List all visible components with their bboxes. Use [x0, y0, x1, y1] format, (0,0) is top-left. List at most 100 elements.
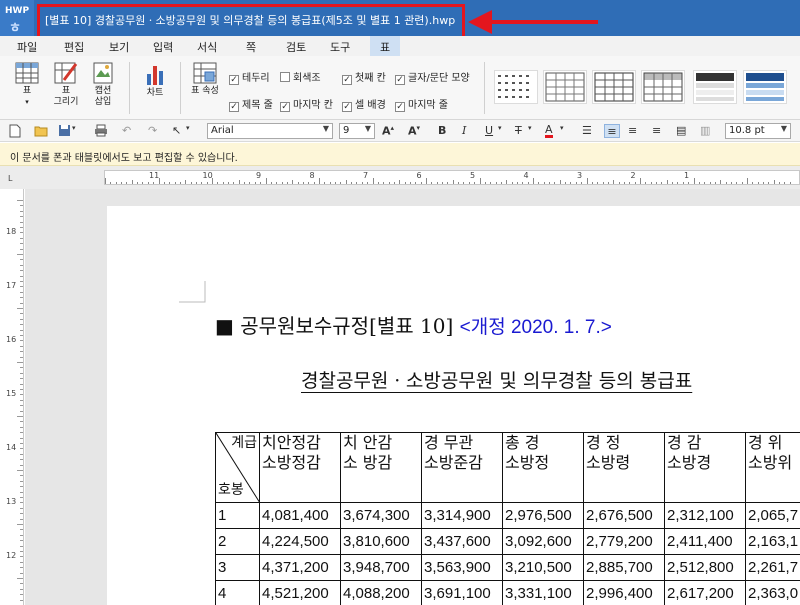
menu-edit[interactable]: 편집 — [64, 39, 84, 55]
salary-cell[interactable]: 3,210,500 — [502, 554, 584, 581]
pointer-dropdown-icon[interactable]: ▾ — [186, 124, 190, 138]
step-cell[interactable]: 3 — [215, 554, 260, 581]
italic-icon[interactable]: I — [462, 124, 466, 138]
table-style-4[interactable] — [641, 70, 685, 104]
checkbox-border-box[interactable]: ✓ — [229, 75, 239, 85]
checkbox-cell-background-box[interactable]: ✓ — [342, 102, 352, 112]
menu-file[interactable]: 파일 — [17, 39, 37, 55]
increase-font-icon[interactable]: A▴ — [382, 124, 394, 138]
table-button[interactable]: 표 ▾ — [12, 62, 42, 108]
open-folder-icon[interactable] — [34, 124, 48, 138]
menu-view[interactable]: 보기 — [109, 39, 129, 55]
justify-icon[interactable]: ☰ — [582, 124, 592, 138]
salary-cell[interactable]: 2,617,200 — [664, 580, 746, 605]
checkbox-first-column[interactable]: ✓ 첫째 칸 — [342, 69, 386, 85]
checkbox-cell-background[interactable]: ✓ 셀 배경 — [342, 96, 386, 112]
tab-type-selector[interactable]: L — [8, 174, 12, 183]
salary-cell[interactable]: 2,779,200 — [583, 528, 665, 555]
checkbox-char-para-shape-box[interactable]: ✓ — [395, 75, 405, 85]
salary-cell[interactable]: 3,691,100 — [421, 580, 503, 605]
salary-cell[interactable]: 2,363,0 — [745, 580, 800, 605]
distribute-icon[interactable]: ▤ — [676, 124, 686, 138]
split-align-icon[interactable]: ▥ — [700, 124, 710, 138]
underline-dropdown-icon[interactable]: ▾ — [498, 124, 502, 138]
menu-page[interactable]: 쪽 — [246, 39, 256, 55]
line-spacing-combo[interactable]: 10.8 pt ▼ — [725, 123, 791, 139]
menu-tools[interactable]: 도구 — [330, 39, 350, 55]
salary-cell[interactable]: 3,948,700 — [340, 554, 422, 581]
header-cell[interactable]: 경 위 소방위 — [745, 432, 800, 503]
bold-icon[interactable]: B — [438, 124, 446, 138]
new-document-icon[interactable] — [9, 124, 21, 138]
header-cell[interactable]: 총 경 소방정 — [502, 432, 584, 503]
vertical-ruler[interactable]: 18 17 16 15 14 13 12 — [0, 189, 24, 605]
salary-cell[interactable]: 2,163,1 — [745, 528, 800, 555]
salary-cell[interactable]: 2,885,700 — [583, 554, 665, 581]
salary-cell[interactable]: 4,224,500 — [259, 528, 341, 555]
checkbox-title-row-box[interactable]: ✓ — [229, 102, 239, 112]
select-pointer-icon[interactable]: ↖ — [172, 124, 181, 138]
salary-cell[interactable]: 4,371,200 — [259, 554, 341, 581]
salary-cell[interactable]: 2,261,7 — [745, 554, 800, 581]
salary-cell[interactable]: 4,088,200 — [340, 580, 422, 605]
checkbox-title-row[interactable]: ✓ 제목 줄 — [229, 96, 273, 112]
menu-format[interactable]: 서식 — [197, 39, 217, 55]
checkbox-last-row-box[interactable]: ✓ — [395, 102, 405, 112]
step-cell[interactable]: 2 — [215, 528, 260, 555]
save-dropdown-icon[interactable]: ▾ — [72, 124, 76, 138]
salary-cell[interactable]: 4,081,400 — [259, 502, 341, 529]
align-left-icon[interactable]: ≡ — [604, 124, 620, 138]
salary-cell[interactable]: 3,810,600 — [340, 528, 422, 555]
salary-cell[interactable]: 3,331,100 — [502, 580, 584, 605]
font-color-icon[interactable]: A — [545, 124, 553, 138]
salary-cell[interactable]: 3,563,900 — [421, 554, 503, 581]
salary-cell[interactable]: 2,976,500 — [502, 502, 584, 529]
table-style-3[interactable] — [592, 70, 636, 104]
salary-cell[interactable]: 3,092,600 — [502, 528, 584, 555]
menu-review[interactable]: 검토 — [286, 39, 306, 55]
draw-table-button[interactable]: 표 그리기 — [50, 62, 82, 108]
document-page[interactable]: ■ 공무원보수규정[별표 10] <개정 2020. 1. 7.> 경찰공무원ㆍ… — [107, 206, 800, 605]
menu-table[interactable]: 표 — [370, 36, 401, 56]
pay-table-title[interactable]: 경찰공무원ㆍ소방공무원 및 의무경찰 등의 봉급표 — [301, 366, 692, 393]
print-icon[interactable] — [94, 124, 108, 138]
salary-cell[interactable]: 3,674,300 — [340, 502, 422, 529]
strike-dropdown-icon[interactable]: ▾ — [528, 124, 532, 138]
salary-cell[interactable]: 4,521,200 — [259, 580, 341, 605]
table-properties-button[interactable]: 표 속성 — [187, 62, 223, 97]
header-cell[interactable]: 치 안감 소 방감 — [340, 432, 422, 503]
chart-button[interactable]: 차트 — [140, 62, 170, 99]
salary-cell[interactable]: 2,411,400 — [664, 528, 746, 555]
checkbox-first-column-box[interactable]: ✓ — [342, 75, 352, 85]
decrease-font-icon[interactable]: A▾ — [408, 124, 420, 138]
save-icon[interactable] — [58, 124, 71, 138]
header-cell[interactable]: 치안정감 소방정감 — [259, 432, 341, 503]
checkbox-border[interactable]: ✓ 테두리 — [229, 69, 270, 85]
table-style-6[interactable] — [743, 70, 787, 104]
header-cell[interactable]: 경 무관 소방준감 — [421, 432, 503, 503]
table-style-1[interactable] — [494, 70, 538, 104]
checkbox-grayscale[interactable]: 회색조 — [280, 69, 321, 84]
salary-cell[interactable]: 2,065,7 — [745, 502, 800, 529]
checkbox-last-row[interactable]: ✓ 마지막 줄 — [395, 96, 448, 112]
salary-table[interactable]: 계급 호봉 치안정감 소방정감 치 안감 소 방감 경 무관 소방준감 총 경 소방정 … — [215, 432, 800, 605]
table-style-5[interactable] — [693, 70, 737, 104]
hwp-app-icon[interactable]: HWP ㅎ — [0, 0, 34, 36]
step-cell[interactable]: 4 — [215, 580, 260, 605]
header-cell[interactable]: 경 감 소방경 — [664, 432, 746, 503]
checkbox-grayscale-box[interactable] — [280, 72, 290, 82]
step-cell[interactable]: 1 — [215, 502, 260, 529]
align-center-icon[interactable]: ≡ — [628, 124, 637, 138]
underline-icon[interactable]: U — [485, 124, 493, 138]
font-name-combo[interactable]: Arial ▼ — [207, 123, 333, 139]
font-color-dropdown-icon[interactable]: ▾ — [560, 124, 564, 138]
checkbox-last-column[interactable]: ✓ 마지막 칸 — [280, 96, 333, 112]
align-right-icon[interactable]: ≡ — [652, 124, 661, 138]
checkbox-last-column-box[interactable]: ✓ — [280, 102, 290, 112]
salary-cell[interactable]: 2,512,800 — [664, 554, 746, 581]
font-size-combo[interactable]: 9 ▼ — [339, 123, 375, 139]
salary-cell[interactable]: 2,312,100 — [664, 502, 746, 529]
salary-cell[interactable]: 3,437,600 — [421, 528, 503, 555]
insert-caption-button[interactable]: 캡션 삽입 — [88, 62, 118, 108]
table-style-2[interactable] — [543, 70, 587, 104]
